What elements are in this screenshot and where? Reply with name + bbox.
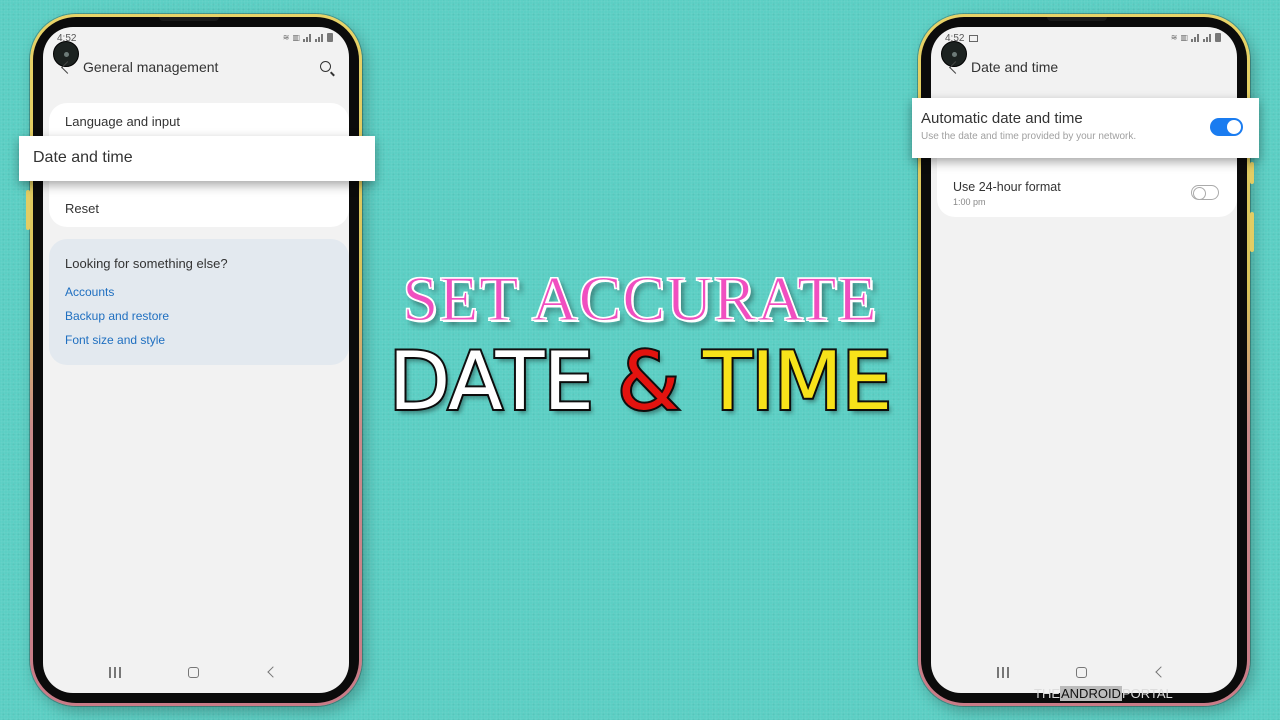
volte-icon: ▥ [1180, 33, 1188, 42]
home-icon[interactable] [1076, 667, 1087, 678]
headline-date-time: DATE & TIME [380, 333, 900, 430]
wifi-icon: ≋ [282, 33, 290, 42]
recent-apps-icon[interactable] [109, 667, 121, 678]
status-bar: 4:52 ≋ ▥ [43, 31, 349, 47]
setting-automatic-date-and-time[interactable]: Automatic date and time Use the date and… [912, 98, 1259, 158]
earpiece [1047, 17, 1107, 21]
navigation-bar [43, 653, 349, 693]
signal-icon [303, 33, 312, 42]
menu-item-language-and-input[interactable]: Language and input [65, 114, 180, 129]
setting-24-hour-format-subtitle: 1:00 pm [953, 197, 986, 207]
setting-24-hour-format-title: Use 24-hour format [953, 180, 1061, 194]
signal-icon [315, 33, 324, 42]
home-icon[interactable] [188, 667, 199, 678]
status-icons: ≋ ▥ [1171, 33, 1221, 42]
menu-item-date-and-time-label: Date and time [33, 149, 133, 166]
suggestions-heading: Looking for something else? [65, 256, 228, 271]
link-font-size-and-style[interactable]: Font size and style [65, 333, 165, 347]
back-icon[interactable] [61, 61, 74, 74]
earpiece [159, 17, 219, 21]
headline-word-date: DATE [387, 333, 596, 430]
back-nav-icon[interactable] [267, 666, 279, 678]
watermark: THEANDROIDPORTAL [1034, 686, 1173, 701]
recent-apps-icon[interactable] [997, 667, 1009, 678]
setting-automatic-title: Automatic date and time [921, 110, 1083, 127]
search-icon[interactable] [320, 61, 331, 72]
toggle-24-hour-format[interactable] [1191, 185, 1219, 200]
back-icon[interactable] [949, 61, 962, 74]
app-bar: General management [43, 55, 349, 85]
toggle-automatic-date-and-time[interactable] [1210, 118, 1243, 136]
suggestions-card: Looking for something else? Accounts Bac… [49, 239, 349, 365]
status-icons: ≋ ▥ [283, 33, 333, 42]
headline-set-accurate: SET ACCURATE [402, 263, 878, 335]
link-backup-and-restore[interactable]: Backup and restore [65, 309, 169, 323]
setting-automatic-subtitle: Use the date and time provided by your n… [921, 131, 1137, 142]
page-title: Date and time [971, 59, 1059, 75]
left-screen: 4:52 ≋ ▥ General management Language and… [43, 27, 349, 693]
volume-button [26, 190, 30, 230]
app-bar: Date and time [931, 55, 1237, 85]
image-notification-icon [969, 35, 979, 42]
page-title: General management [83, 59, 219, 75]
signal-icon [1191, 33, 1200, 42]
back-nav-icon[interactable] [1155, 666, 1167, 678]
menu-item-reset[interactable]: Reset [65, 201, 99, 216]
link-accounts[interactable]: Accounts [65, 285, 114, 299]
volume-button [1250, 212, 1254, 252]
volte-icon: ▥ [292, 33, 300, 42]
power-button [1250, 162, 1254, 184]
headline-ampersand: & [615, 333, 681, 430]
signal-icon [1203, 33, 1212, 42]
wifi-icon: ≋ [1170, 33, 1178, 42]
status-bar: 4:52 ≋ ▥ [931, 31, 1237, 47]
left-phone: 4:52 ≋ ▥ General management Language and… [26, 14, 362, 706]
headline-word-time: TIME [701, 333, 894, 430]
battery-icon [1215, 33, 1221, 42]
menu-item-date-and-time[interactable]: Date and time [19, 136, 375, 181]
battery-icon [327, 33, 333, 42]
